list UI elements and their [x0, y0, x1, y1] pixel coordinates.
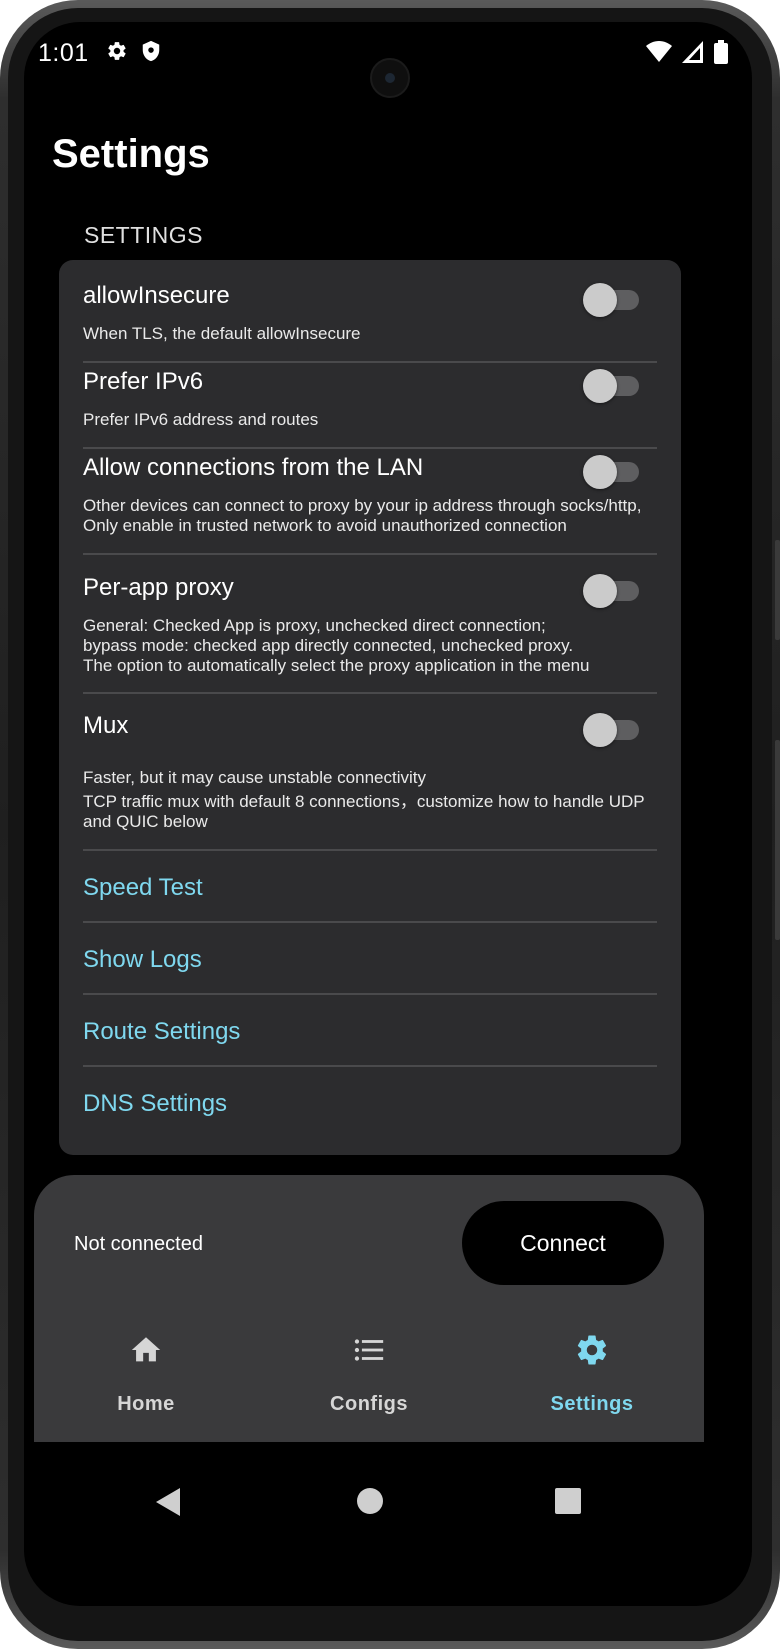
section-label: SETTINGS [84, 222, 204, 248]
back-icon[interactable] [154, 1487, 182, 1522]
battery-icon [714, 40, 728, 69]
setting-description: General: Checked App is proxy, unchecked… [83, 616, 546, 635]
wifi-icon [646, 41, 672, 68]
setting-title: Allow connections from the LAN [83, 454, 424, 481]
setting-prefer-ipv6[interactable]: Prefer IPv6 Prefer IPv6 address and rout… [83, 368, 657, 430]
show-logs-link[interactable]: Show Logs [83, 946, 657, 974]
setting-description: bypass mode: checked app directly connec… [83, 636, 574, 655]
divider [83, 692, 657, 694]
nav-home[interactable]: Home [46, 1325, 246, 1416]
status-time: 1:01 [38, 39, 89, 67]
mux-switch[interactable] [583, 713, 639, 747]
speed-test-link[interactable]: Speed Test [83, 874, 657, 902]
divider [83, 553, 657, 555]
nav-label: Home [117, 1393, 175, 1415]
setting-description: Prefer IPv6 address and routes [83, 410, 319, 429]
setting-description: Faster, but it may cause unstable connec… [83, 768, 427, 787]
page-title: Settings [52, 132, 210, 176]
gear-icon [106, 40, 128, 67]
home-circle-icon[interactable] [356, 1487, 384, 1520]
setting-description: and QUIC below [83, 812, 208, 831]
nav-label: Configs [330, 1393, 408, 1415]
settings-card: allowInsecure When TLS, the default allo… [59, 260, 681, 1155]
divider [83, 921, 657, 923]
setting-description: Only enable in trusted network to avoid … [83, 516, 567, 535]
divider [83, 447, 657, 449]
nav-configs[interactable]: Configs [269, 1325, 469, 1416]
divider [83, 361, 657, 363]
volume-button [775, 540, 780, 640]
setting-allow-insecure[interactable]: allowInsecure When TLS, the default allo… [83, 282, 657, 344]
setting-description: Other devices can connect to proxy by yo… [83, 496, 642, 515]
bottom-panel: Not connected Connect Home Configs Setti… [34, 1175, 704, 1475]
divider [83, 849, 657, 851]
system-nav-bar [24, 1442, 752, 1552]
setting-allow-lan[interactable]: Allow connections from the LAN Other dev… [83, 454, 657, 536]
setting-mux[interactable]: Mux Faster, but it may cause unstable co… [83, 712, 657, 832]
list-icon [269, 1325, 469, 1375]
home-icon [46, 1325, 246, 1375]
setting-title: Mux [83, 712, 129, 739]
setting-per-app-proxy[interactable]: Per-app proxy General: Checked App is pr… [83, 574, 657, 676]
recents-icon[interactable] [554, 1487, 582, 1520]
prefer-ipv6-switch[interactable] [583, 369, 639, 403]
signal-icon [682, 41, 704, 68]
dns-settings-link[interactable]: DNS Settings [83, 1090, 657, 1118]
bottom-nav: Home Configs Settings [34, 1325, 704, 1445]
phone-frame: 1:01 Settings SETTINGS allowInsecure Whe… [0, 0, 780, 1649]
divider [83, 1065, 657, 1067]
setting-title: Prefer IPv6 [83, 368, 204, 395]
shield-icon [140, 40, 162, 67]
setting-description: TCP traffic mux with default 8 connectio… [83, 792, 645, 811]
connect-button[interactable]: Connect [462, 1201, 664, 1285]
nav-label: Settings [550, 1393, 634, 1415]
route-settings-link[interactable]: Route Settings [83, 1018, 657, 1046]
setting-description: The option to automatically select the p… [83, 656, 590, 675]
nav-settings[interactable]: Settings [492, 1325, 692, 1416]
allow-lan-switch[interactable] [583, 455, 639, 489]
setting-title: Per-app proxy [83, 574, 234, 601]
power-button [775, 740, 780, 940]
gear-icon [492, 1325, 692, 1375]
per-app-proxy-switch[interactable] [583, 574, 639, 608]
allow-insecure-switch[interactable] [583, 283, 639, 317]
front-camera [370, 58, 410, 98]
setting-description: When TLS, the default allowInsecure [83, 324, 361, 343]
screen: 1:01 Settings SETTINGS allowInsecure Whe… [24, 22, 752, 1606]
connection-status: Not connected [74, 1233, 203, 1255]
setting-title: allowInsecure [83, 282, 230, 309]
divider [83, 993, 657, 995]
